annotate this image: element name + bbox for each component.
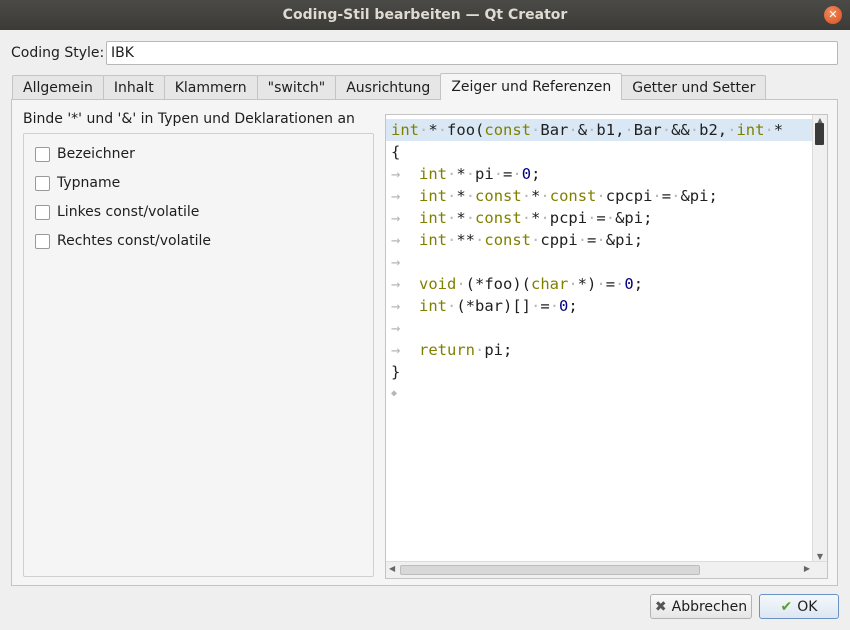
code-area[interactable]: int·*·foo(const·Bar·&·b1,·Bar·&&·b2,·int… [386,115,814,563]
ok-button[interactable]: ✔ OK [759,594,839,619]
code-line: int·*·foo(const·Bar·&·b1,·Bar·&&·b2,·int… [386,119,814,141]
cancel-button-label: Abbrechen [671,598,748,615]
code-line: } [391,363,401,381]
code-line: → [391,253,419,271]
checkbox-typname[interactable]: Typname [35,175,120,191]
tab-switch[interactable]: "switch" [256,75,337,100]
checkbox-label: Bezeichner [57,146,135,162]
tab-inhalt[interactable]: Inhalt [102,75,165,100]
code-line: → int·(*bar)[]·=·0; [391,297,578,315]
code-line: → int·**·const·cppi·=·&pi; [391,231,644,249]
code-line: → return·pi; [391,341,513,359]
code-line: → [391,319,419,337]
close-icon[interactable]: ✕ [824,6,842,24]
cancel-icon: ✖ [654,598,667,615]
bind-group-title: Binde '*' und '&' in Typen und Deklarati… [23,111,355,127]
checkbox-box[interactable] [35,175,50,191]
checkbox-label: Typname [57,175,121,191]
title-bar: Coding-Stil bearbeiten — Qt Creator ✕ [0,0,850,30]
tab-zeiger-und-referenzen[interactable]: Zeiger und Referenzen [440,73,623,100]
checkbox-label: Rechtes const/volatile [57,233,211,249]
vertical-scroll-thumb[interactable] [815,123,824,145]
code-line: { [391,143,401,161]
window-title: Coding-Stil bearbeiten — Qt Creator [282,7,568,23]
tab-getter-und-setter[interactable]: Getter und Setter [621,75,767,100]
scroll-right-icon[interactable]: ▶ [804,564,810,573]
checkbox-linkes-const-volatile[interactable]: Linkes const/volatile [35,204,199,220]
checkbox-box[interactable] [35,146,50,162]
code-preview-editor[interactable]: int·*·foo(const·Bar·&·b1,·Bar·&&·b2,·int… [385,114,828,579]
tab-panel: Binde '*' und '&' in Typen und Deklarati… [11,99,838,586]
cancel-button[interactable]: ✖ Abbrechen [650,594,752,619]
vertical-scrollbar[interactable]: ▲ ▼ [812,115,827,563]
checkbox-label: Linkes const/volatile [57,204,200,220]
end-of-document-marker: ◆ [391,388,398,399]
checkmark-icon: ✔ [780,598,793,615]
checkbox-rechtes-const-volatile[interactable]: Rechtes const/volatile [35,233,211,249]
scroll-left-icon[interactable]: ◀ [389,564,395,573]
code-line: → int·*·pi·=·0; [391,165,541,183]
checkbox-box[interactable] [35,204,50,220]
checkbox-bezeichner[interactable]: Bezeichner [35,146,135,162]
tab-klammern[interactable]: Klammern [163,75,258,100]
coding-style-label: Coding Style: [11,45,105,61]
ok-button-label: OK [797,598,818,615]
bind-options-group: Bezeichner Typname Linkes const/volatile… [23,133,374,577]
code-line: → int·*·const·*·const·cpcpi·=·&pi; [391,187,718,205]
code-line: → int·*·const·*·pcpi·=·&pi; [391,209,653,227]
horizontal-scrollbar[interactable]: ◀ ▶ [386,561,827,578]
tab-ausrichtung[interactable]: Ausrichtung [335,75,442,100]
code-line: → void·(*foo)(char·*)·=·0; [391,275,644,293]
horizontal-scroll-thumb[interactable] [400,565,700,575]
tab-bar: Allgemein Inhalt Klammern "switch" Ausri… [12,73,767,100]
tab-allgemein[interactable]: Allgemein [12,75,104,100]
checkbox-box[interactable] [35,233,50,249]
coding-style-input[interactable] [106,41,838,65]
